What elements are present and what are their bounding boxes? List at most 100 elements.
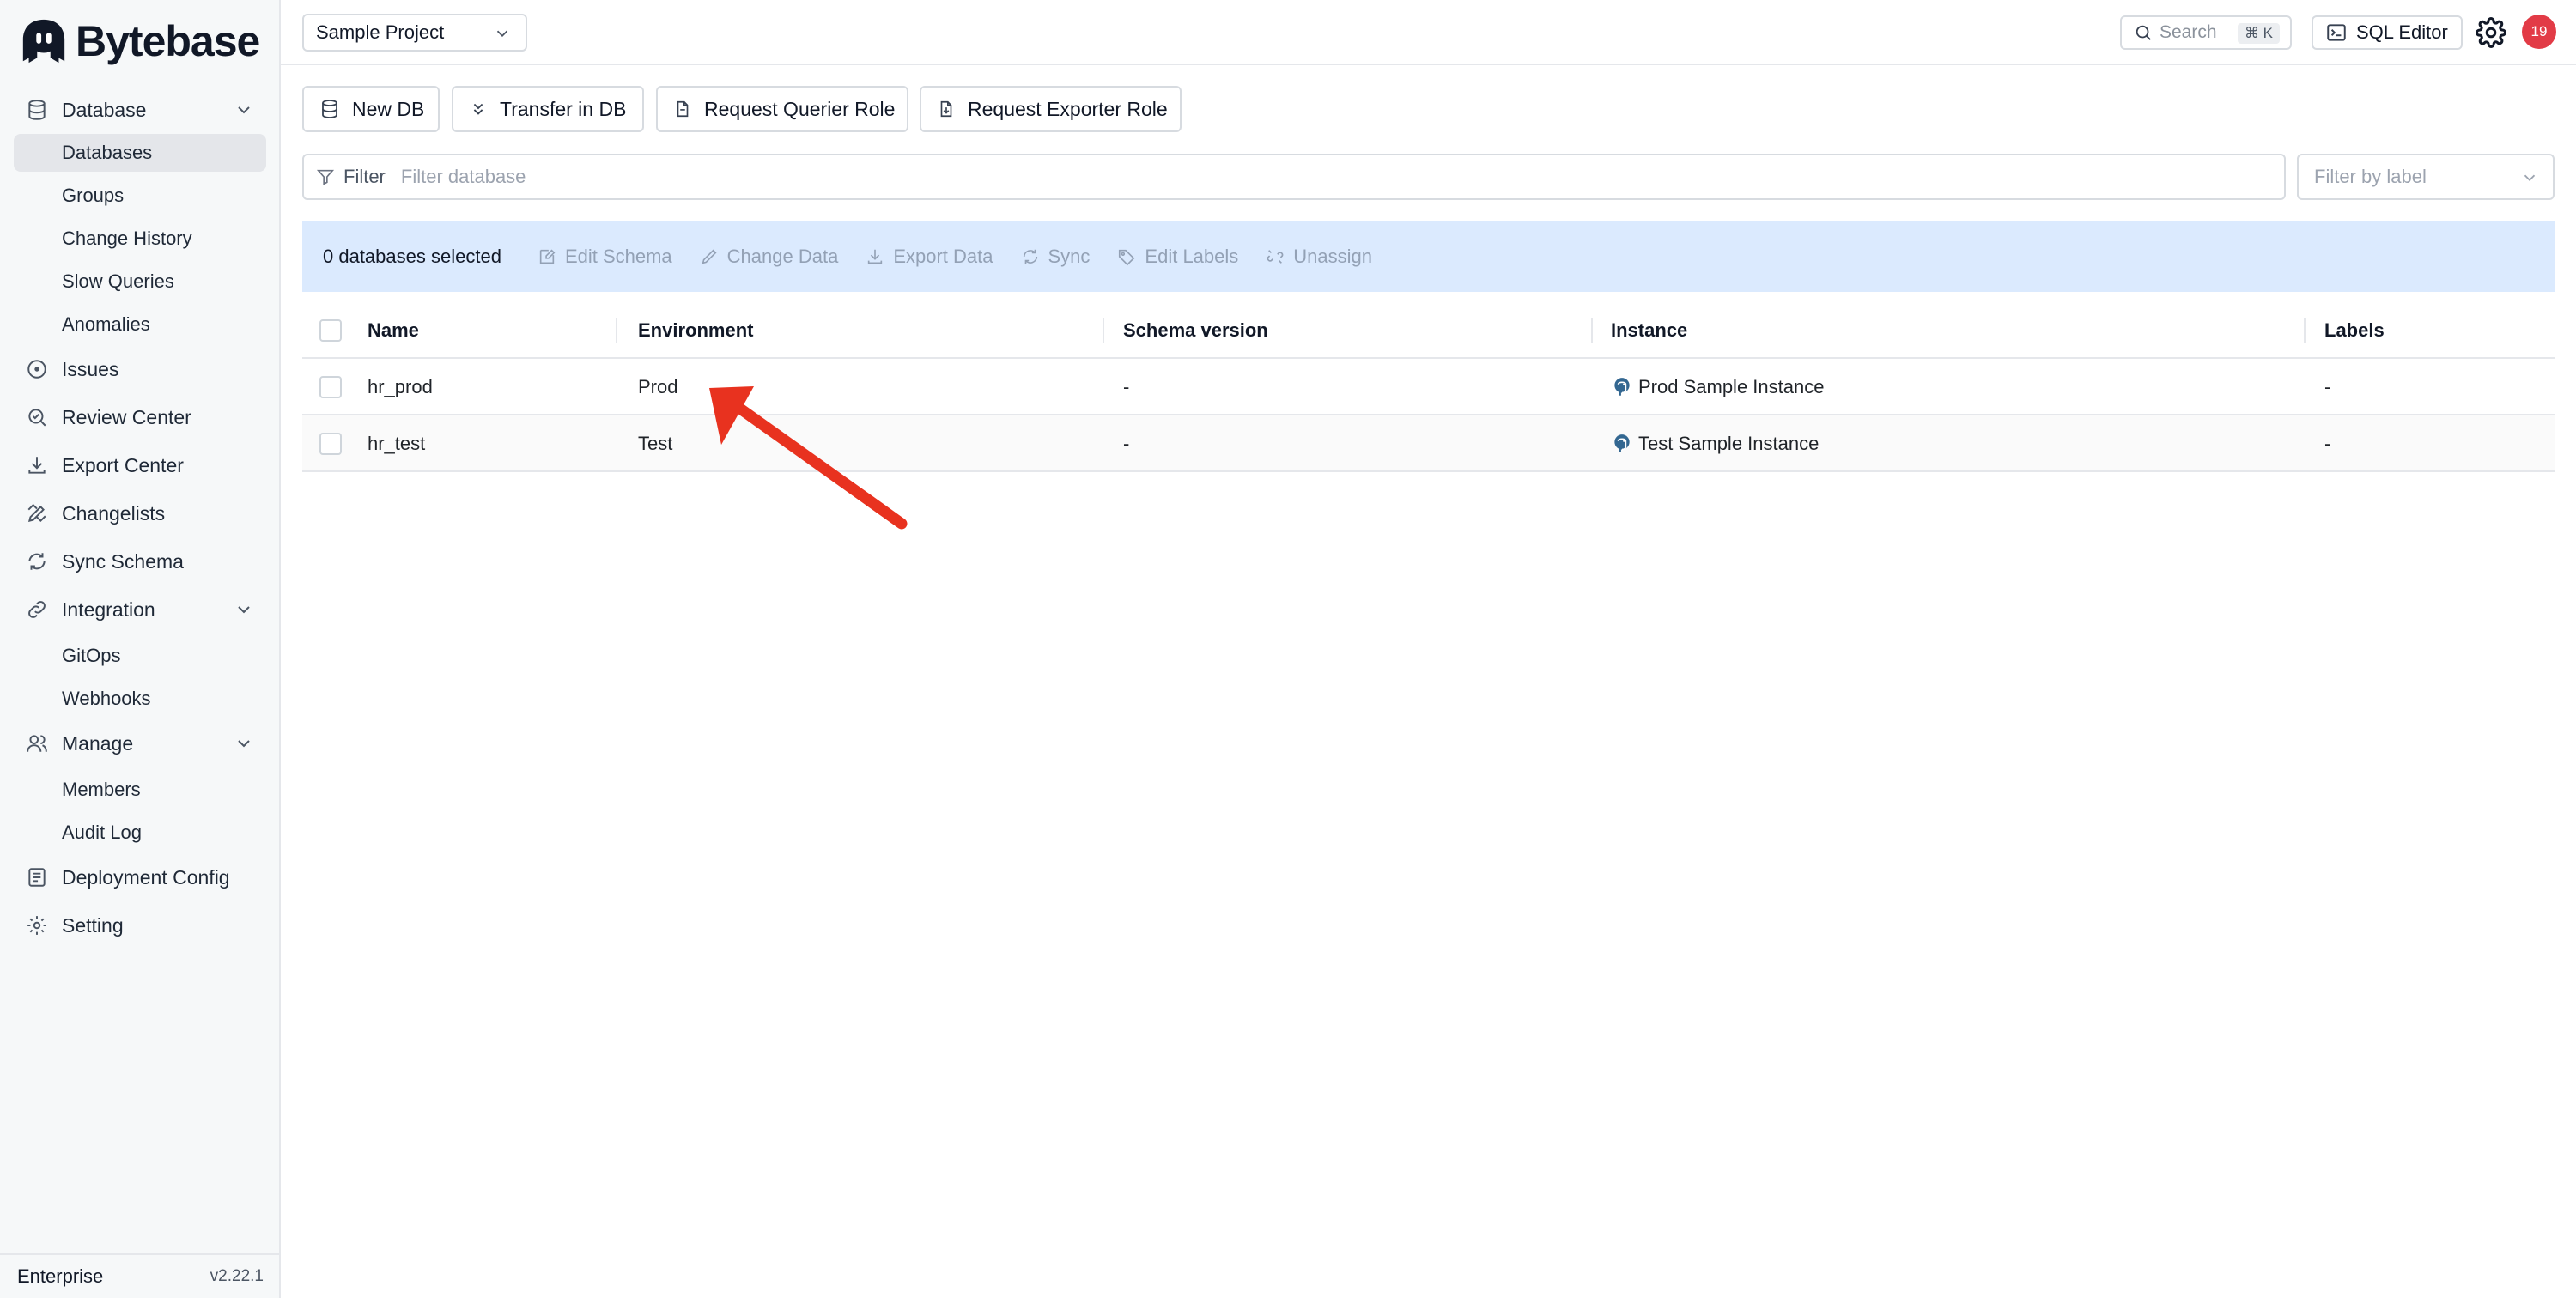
transfer-in-db-label: Transfer in DB bbox=[500, 97, 627, 120]
column-header-schema-version[interactable]: Schema version bbox=[1123, 302, 1268, 359]
transfer-in-db-button[interactable]: Transfer in DB bbox=[452, 86, 644, 132]
project-select[interactable]: Sample Project bbox=[302, 14, 527, 52]
table-row[interactable]: hr_prod Prod - Prod Sample Instance - bbox=[302, 359, 2555, 415]
column-header-labels[interactable]: Labels bbox=[2324, 302, 2385, 359]
selected-count: 0 databases selected bbox=[323, 246, 501, 267]
column-header-environment[interactable]: Environment bbox=[638, 302, 753, 359]
sidebar-section-manage[interactable]: Manage bbox=[14, 725, 266, 762]
sync-button[interactable]: Sync bbox=[1021, 246, 1090, 268]
export-data-button[interactable]: Export Data bbox=[866, 246, 993, 268]
edit-schema-button[interactable]: Edit Schema bbox=[538, 246, 672, 268]
sidebar-item-deployment-config[interactable]: Deployment Config bbox=[14, 858, 266, 896]
sidebar-item-label: Databases bbox=[62, 142, 153, 163]
plan-label[interactable]: Enterprise bbox=[17, 1265, 103, 1288]
sidebar-item-audit-log[interactable]: Audit Log bbox=[14, 814, 266, 852]
search-placeholder: Search bbox=[2160, 22, 2217, 42]
sidebar-item-webhooks[interactable]: Webhooks bbox=[14, 680, 266, 718]
database-filter-input[interactable]: Filter Filter database bbox=[302, 154, 2286, 200]
column-divider bbox=[1591, 318, 1593, 343]
table-header: Name Environment Schema version Instance… bbox=[302, 302, 2555, 359]
bulk-action-label: Unassign bbox=[1293, 246, 1372, 267]
edit-labels-button[interactable]: Edit Labels bbox=[1117, 246, 1238, 268]
db-schema-version: - bbox=[1123, 433, 1130, 454]
sidebar-item-databases[interactable]: Databases bbox=[14, 134, 266, 172]
users-icon bbox=[24, 731, 50, 756]
sidebar-item-setting[interactable]: Setting bbox=[14, 907, 266, 944]
sidebar-item-label: GitOps bbox=[62, 645, 121, 666]
db-name: hr_test bbox=[368, 433, 426, 454]
table-row[interactable]: hr_test Test - Test Sample Instance - bbox=[302, 415, 2555, 472]
sidebar-item-change-history[interactable]: Change History bbox=[14, 220, 266, 258]
refresh-icon bbox=[24, 549, 50, 574]
sidebar-footer: Enterprise v2.22.1 bbox=[0, 1253, 281, 1298]
link-icon bbox=[24, 597, 50, 622]
bytebase-logo-icon bbox=[22, 19, 65, 64]
column-header-name[interactable]: Name bbox=[368, 302, 419, 359]
db-labels: - bbox=[2324, 433, 2331, 454]
request-querier-role-button[interactable]: Request Querier Role bbox=[656, 86, 908, 132]
filter-icon bbox=[316, 169, 335, 185]
sidebar-section-label: Integration bbox=[62, 597, 155, 621]
bulk-action-label: Export Data bbox=[893, 246, 993, 267]
request-exporter-role-button[interactable]: Request Exporter Role bbox=[920, 86, 1182, 132]
sidebar-item-changelists[interactable]: Changelists bbox=[14, 494, 266, 532]
select-all-checkbox[interactable] bbox=[319, 319, 342, 342]
sql-editor-button[interactable]: SQL Editor bbox=[2312, 15, 2463, 50]
postgres-icon bbox=[1614, 378, 1630, 396]
change-data-button[interactable]: Change Data bbox=[700, 246, 838, 268]
search-button[interactable]: Search ⌘ K bbox=[2120, 15, 2292, 50]
row-checkbox[interactable] bbox=[319, 433, 342, 455]
edit-square-icon bbox=[539, 249, 556, 264]
sidebar-item-groups[interactable]: Groups bbox=[14, 177, 266, 215]
chevron-down-icon bbox=[2524, 174, 2536, 182]
label-filter-select[interactable]: Filter by label bbox=[2297, 154, 2555, 200]
label-filter-placeholder: Filter by label bbox=[2314, 166, 2427, 187]
annotation-arrow-icon bbox=[709, 386, 908, 530]
column-header-instance[interactable]: Instance bbox=[1611, 302, 1687, 359]
sidebar-section-database[interactable]: Database bbox=[14, 91, 266, 129]
sidebar-item-label: Issues bbox=[62, 357, 119, 380]
database-icon bbox=[322, 100, 337, 118]
sidebar-item-label: Change History bbox=[62, 227, 192, 249]
db-instance-label: Test Sample Instance bbox=[1638, 433, 1820, 454]
sidebar-section-label: Manage bbox=[62, 731, 134, 755]
sidebar-item-export-center[interactable]: Export Center bbox=[14, 446, 266, 484]
notification-badge[interactable]: 19 bbox=[2522, 15, 2556, 49]
gear-icon bbox=[24, 913, 50, 938]
sidebar-item-review-center[interactable]: Review Center bbox=[14, 398, 266, 436]
sidebar-item-anomalies[interactable]: Anomalies bbox=[14, 306, 266, 343]
request-querier-role-label: Request Querier Role bbox=[704, 97, 896, 120]
tag-icon bbox=[1119, 249, 1135, 266]
sidebar-item-slow-queries[interactable]: Slow Queries bbox=[14, 263, 266, 300]
sidebar-item-gitops[interactable]: GitOps bbox=[14, 637, 266, 675]
chevrons-down-icon bbox=[473, 103, 483, 115]
issue-circle-icon bbox=[24, 356, 50, 382]
db-environment: Prod bbox=[638, 376, 678, 397]
sidebar: Bytebase Database Databases Groups Chang… bbox=[0, 0, 281, 1298]
bytebase-logo[interactable]: Bytebase bbox=[19, 15, 260, 67]
db-instance[interactable]: Prod Sample Instance bbox=[1611, 359, 1824, 415]
sidebar-section-integration[interactable]: Integration bbox=[14, 591, 266, 628]
sidebar-item-label: Deployment Config bbox=[62, 865, 230, 889]
pencil-ruler-icon bbox=[24, 500, 50, 526]
db-schema-version: - bbox=[1123, 376, 1130, 397]
terminal-icon bbox=[2327, 24, 2346, 41]
sidebar-item-sync-schema[interactable]: Sync Schema bbox=[14, 543, 266, 580]
column-divider bbox=[2304, 318, 2306, 343]
sidebar-item-label: Setting bbox=[62, 913, 124, 937]
brand-name: Bytebase bbox=[76, 17, 260, 65]
db-instance-label: Prod Sample Instance bbox=[1638, 376, 1825, 397]
chevron-down-icon bbox=[496, 30, 508, 38]
sidebar-item-members[interactable]: Members bbox=[14, 771, 266, 809]
search-icon bbox=[2136, 25, 2151, 40]
chevron-down-icon bbox=[238, 606, 250, 614]
new-db-label: New DB bbox=[352, 97, 425, 120]
unassign-button[interactable]: Unassign bbox=[1266, 246, 1372, 268]
sidebar-item-label: Slow Queries bbox=[62, 270, 174, 292]
new-db-button[interactable]: New DB bbox=[302, 86, 440, 132]
row-checkbox[interactable] bbox=[319, 376, 342, 398]
pencil-icon bbox=[702, 249, 717, 264]
db-instance[interactable]: Test Sample Instance bbox=[1611, 415, 1819, 472]
settings-gear-icon[interactable] bbox=[2476, 17, 2506, 48]
sidebar-item-issues[interactable]: Issues bbox=[14, 350, 266, 388]
